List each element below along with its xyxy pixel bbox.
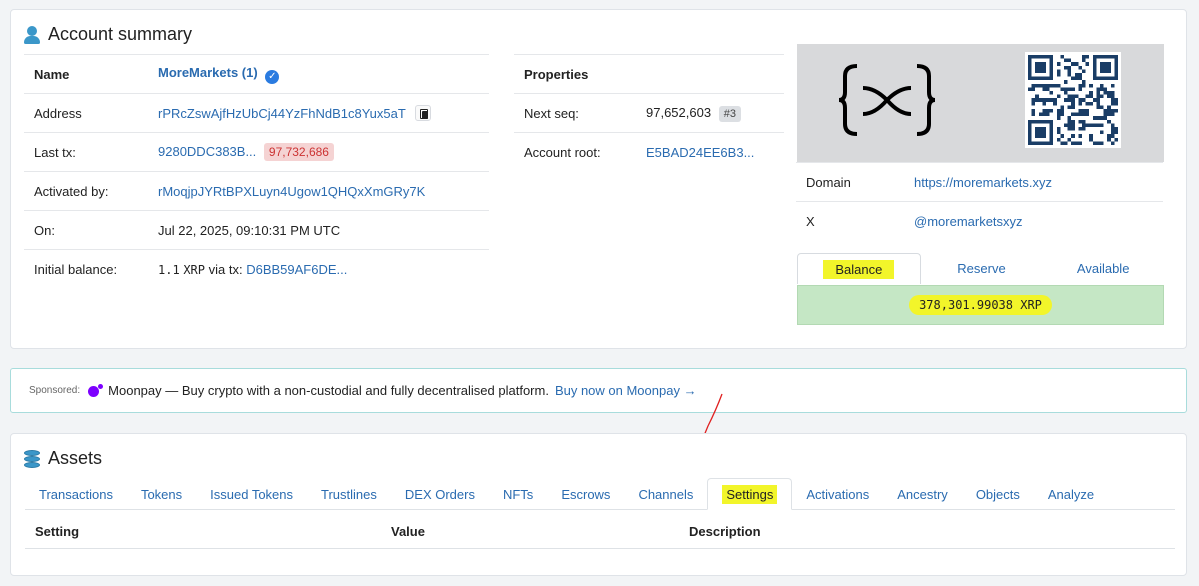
x-label: X: [796, 201, 904, 241]
tab-label: Settings: [722, 484, 778, 504]
value-column-header: Value: [381, 516, 679, 549]
verified-check-icon: ✓: [265, 69, 280, 84]
on-label: On:: [24, 210, 148, 250]
activated-by-link[interactable]: rMoqjpJYRtBPXLuyn4Ugow1QHQxXmGRy7K: [158, 184, 425, 199]
properties-table: Properties Next seq: 97,652,603 #3 Accou…: [514, 54, 784, 172]
brand-logo-icon: [838, 64, 936, 136]
next-seq-value: 97,652,603: [646, 104, 712, 120]
settings-table: Setting Value Description: [25, 516, 1175, 549]
assets-card: Assets Transactions Tokens Issued Tokens Tr…: [10, 433, 1187, 576]
next-seq-label: Next seq:: [514, 93, 636, 133]
x-handle-link[interactable]: @moremarketsxyz: [914, 214, 1023, 229]
tab-dex-orders[interactable]: DEX Orders: [391, 478, 489, 510]
address-link[interactable]: rPRcZswAjfHzUbCj44YzFhNdB1c8Yux5aT: [158, 106, 406, 121]
coins-icon: [24, 449, 40, 468]
account-summary-heading: Account summary: [48, 24, 193, 44]
activation-date: Jul 22, 2025, 09:10:31 PM UTC: [158, 222, 341, 238]
balance-tab-label: Balance: [823, 259, 895, 279]
activated-by-label: Activated by:: [24, 171, 148, 211]
account-name-link[interactable]: MoreMarkets (1): [158, 65, 258, 80]
initial-balance-tx-link[interactable]: D6BB59AF6DE...: [246, 262, 347, 277]
tab-analyze[interactable]: Analyze: [1034, 478, 1108, 510]
domain-link[interactable]: https://moremarkets.xyz: [914, 175, 1052, 190]
tab-activations[interactable]: Activations: [792, 478, 883, 510]
tab-trustlines[interactable]: Trustlines: [307, 478, 391, 510]
tab-channels[interactable]: Channels: [624, 478, 707, 510]
tab-issued-tokens[interactable]: Issued Tokens: [196, 478, 307, 510]
tab-ancestry[interactable]: Ancestry: [883, 478, 962, 510]
assets-title: Assets: [24, 448, 102, 469]
address-label: Address: [24, 93, 148, 133]
properties-header: Properties: [514, 54, 784, 94]
initial-balance-amount: 1.1: [158, 262, 180, 277]
balance-tabs: Balance Reserve Available: [797, 253, 1164, 284]
domain-label: Domain: [796, 162, 904, 202]
initial-balance-label: Initial balance:: [24, 249, 148, 289]
assets-heading: Assets: [48, 448, 103, 468]
tab-balance[interactable]: Balance: [797, 253, 921, 284]
sponsor-text: Moonpay — Buy crypto with a non-custodia…: [108, 383, 549, 398]
sponsored-label: Sponsored:: [29, 385, 81, 396]
user-icon: [24, 25, 40, 44]
profile-table: Domain https://moremarkets.xyz X @morema…: [796, 162, 1163, 241]
account-root-label: Account root:: [514, 132, 636, 172]
balance-value: 378,301.99038 XRP: [909, 295, 1052, 315]
last-tx-label: Last tx:: [24, 132, 148, 172]
tab-transactions[interactable]: Transactions: [25, 478, 127, 510]
qr-code-icon[interactable]: [1025, 52, 1121, 148]
moonpay-logo-icon: [88, 384, 104, 397]
account-summary-title: Account summary: [24, 24, 192, 45]
last-tx-link[interactable]: 9280DDC383B...: [158, 144, 256, 159]
tab-objects[interactable]: Objects: [962, 478, 1034, 510]
setting-column-header: Setting: [25, 516, 381, 549]
copy-icon[interactable]: [415, 105, 432, 121]
ledger-badge[interactable]: 97,732,686: [263, 143, 334, 161]
logo-panel: [797, 44, 1164, 162]
assets-tabs: Transactions Tokens Issued Tokens Trustline…: [25, 478, 1175, 510]
tab-settings[interactable]: Settings: [707, 478, 793, 510]
account-details-table: Name MoreMarkets (1) ✓ Address rPRcZswAj…: [24, 54, 489, 289]
tab-nfts[interactable]: NFTs: [489, 478, 547, 510]
tab-tokens[interactable]: Tokens: [127, 478, 196, 510]
tab-escrows[interactable]: Escrows: [547, 478, 624, 510]
description-column-header: Description: [679, 516, 1175, 549]
tab-available[interactable]: Available: [1042, 253, 1164, 284]
sponsored-banner: Sponsored: Moonpay — Buy crypto with a n…: [10, 368, 1187, 413]
balance-display: 378,301.99038 XRP: [797, 285, 1164, 325]
name-label: Name: [24, 54, 148, 94]
sponsor-link[interactable]: Buy now on Moonpay →: [555, 383, 697, 398]
tab-reserve[interactable]: Reserve: [921, 253, 1043, 284]
account-root-link[interactable]: E5BAD24EE6B3...: [646, 145, 754, 160]
initial-balance-currency: XRP: [183, 262, 205, 277]
via-tx-label: via tx:: [208, 261, 243, 277]
next-seq-badge: #3: [718, 105, 741, 122]
